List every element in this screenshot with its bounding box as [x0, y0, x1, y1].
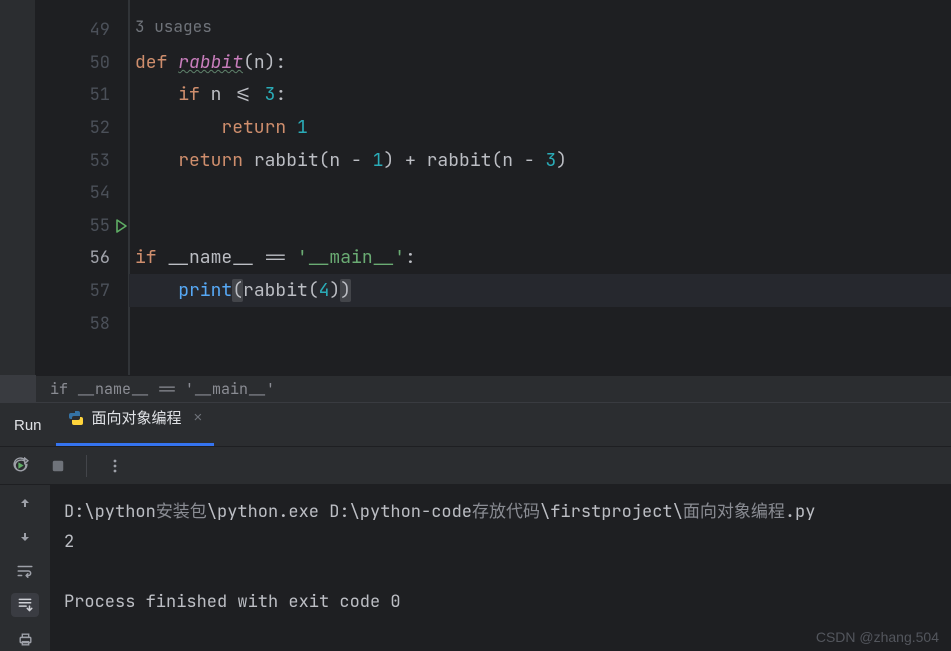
- line-number-gutter: 49 50 51 52 53 54 55 56 57 58: [36, 0, 129, 375]
- scroll-to-end-icon[interactable]: [11, 593, 39, 617]
- code-line-53[interactable]: [129, 176, 951, 209]
- run-toolbar: [0, 447, 951, 485]
- run-header: Run 面向对象编程 ×: [0, 403, 951, 447]
- run-tab-name: 面向对象编程: [92, 407, 182, 428]
- drag-handle[interactable]: [0, 375, 36, 403]
- exit-message: Process finished with exit code 0: [64, 591, 401, 613]
- code-line-49[interactable]: def rabbit(n):: [129, 46, 951, 79]
- code-line-57[interactable]: [129, 307, 951, 340]
- line-53[interactable]: 53: [36, 144, 128, 177]
- line-57[interactable]: 57: [36, 275, 128, 308]
- code-line-52[interactable]: return rabbit(n - 1) + rabbit(n - 3): [129, 144, 951, 177]
- line-58[interactable]: 58: [36, 307, 128, 340]
- up-stack-icon[interactable]: [11, 491, 39, 515]
- console-output[interactable]: D:\python安装包\python.exe D:\python-code存放…: [50, 485, 951, 651]
- line-49[interactable]: 49: [36, 14, 128, 47]
- code-area[interactable]: 3 usages def rabbit(n): if n <= 3: retur…: [129, 0, 951, 375]
- close-tab-icon[interactable]: ×: [194, 409, 203, 426]
- stop-icon[interactable]: [48, 456, 68, 476]
- program-output: 2: [64, 531, 74, 553]
- run-line-icon[interactable]: [113, 218, 129, 234]
- breadcrumb-bar[interactable]: if __name__ == '__main__': [0, 375, 951, 403]
- code-line-56[interactable]: print(rabbit(4)): [129, 274, 951, 307]
- code-line-50[interactable]: if n <= 3:: [129, 79, 951, 112]
- line-54[interactable]: 54: [36, 177, 128, 210]
- run-tab[interactable]: 面向对象编程 ×: [56, 402, 215, 446]
- more-icon[interactable]: [105, 456, 125, 476]
- code-line-58[interactable]: [129, 339, 951, 372]
- watermark: CSDN @zhang.504: [816, 629, 939, 645]
- editor-pane: 49 50 51 52 53 54 55 56 57 58 3 usages d…: [0, 0, 951, 375]
- soft-wrap-icon[interactable]: [11, 559, 39, 583]
- line-52[interactable]: 52: [36, 112, 128, 145]
- code-line-54[interactable]: [129, 209, 951, 242]
- line-56[interactable]: 56: [36, 242, 128, 275]
- run-label[interactable]: Run: [0, 417, 56, 446]
- left-tool-strip: [0, 0, 36, 375]
- code-line-55[interactable]: if __name__ == '__main__':: [129, 242, 951, 275]
- toolbar-divider: [86, 455, 87, 477]
- line-55[interactable]: 55: [36, 210, 128, 243]
- console-side-toolbar: [0, 485, 50, 651]
- line-50[interactable]: 50: [36, 47, 128, 80]
- breadcrumb-text[interactable]: if __name__ == '__main__': [50, 379, 275, 399]
- line-51[interactable]: 51: [36, 79, 128, 112]
- print-icon[interactable]: [11, 627, 39, 651]
- down-stack-icon[interactable]: [11, 525, 39, 549]
- usages-hint[interactable]: 3 usages: [135, 14, 212, 38]
- code-line-51[interactable]: return 1: [129, 111, 951, 144]
- python-file-icon: [68, 410, 84, 426]
- rerun-icon[interactable]: [10, 456, 30, 476]
